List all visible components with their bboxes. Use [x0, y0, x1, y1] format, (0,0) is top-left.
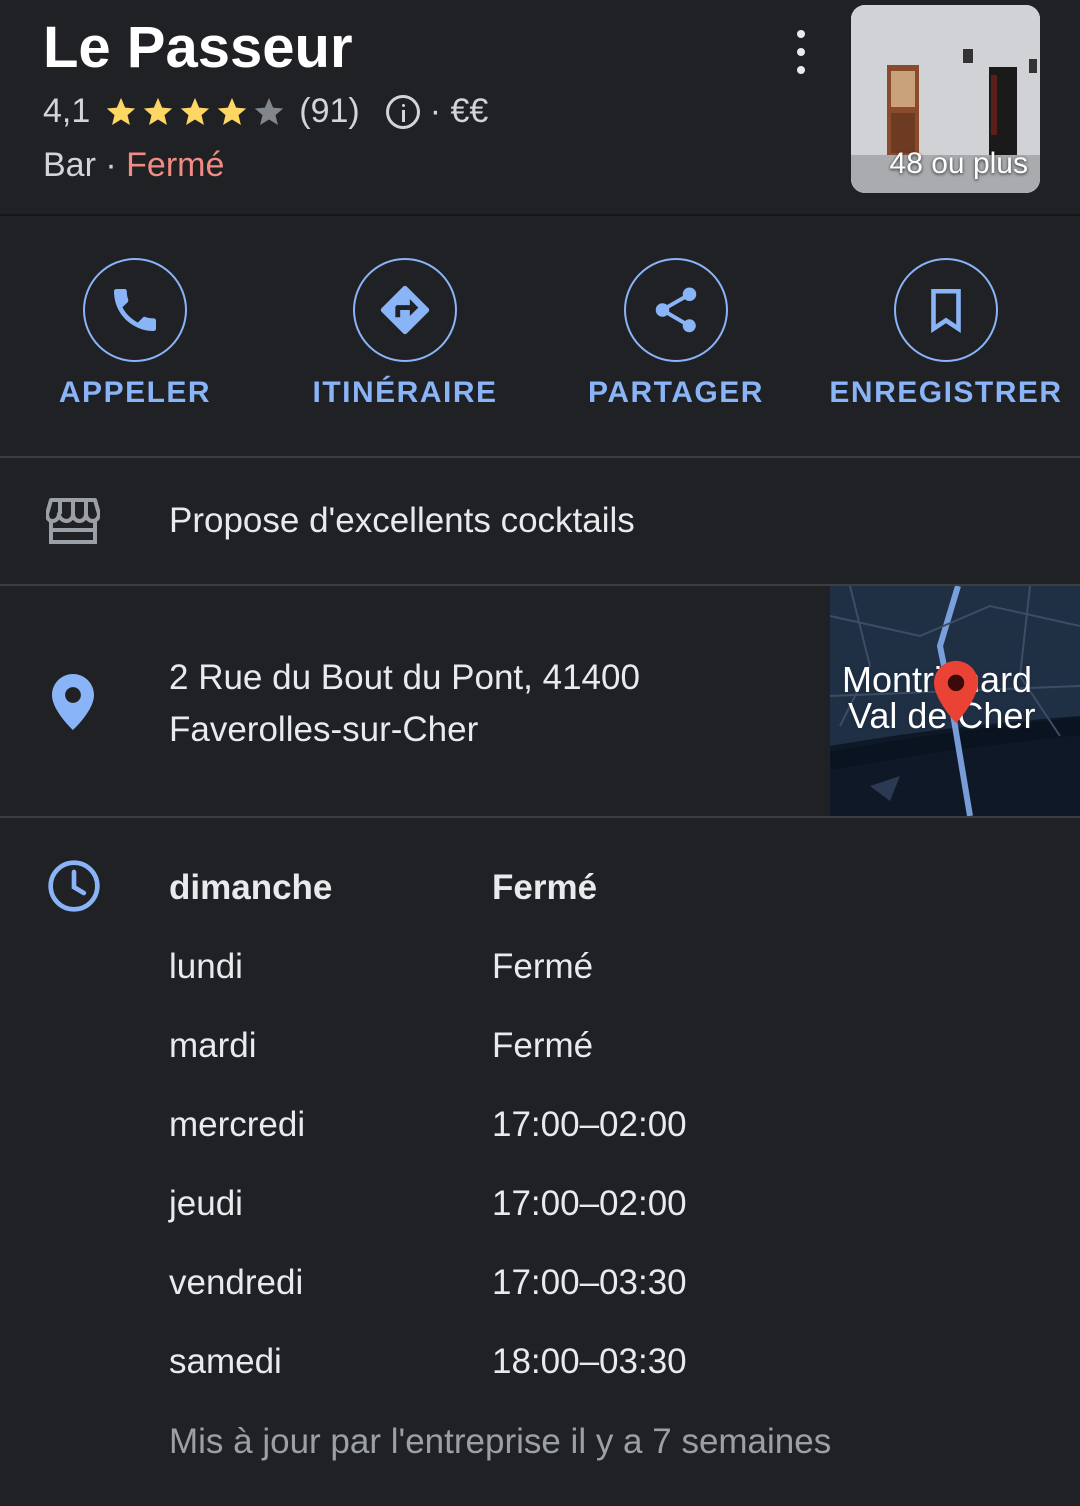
- review-count[interactable]: (91): [299, 92, 359, 131]
- hours-time: Fermé: [492, 947, 594, 986]
- separator: ·: [95, 146, 127, 184]
- address-line-1: 2 Rue du Bout du Pont, 41400: [169, 658, 640, 697]
- category-label: Bar: [43, 146, 96, 184]
- hours-updated-note: Mis à jour par l'entreprise il y a 7 sem…: [169, 1422, 832, 1461]
- save-label: ENREGISTRER: [829, 376, 1063, 409]
- category-line: Bar · Fermé: [43, 146, 224, 185]
- place-header: Le Passeur 4,1 (91) · €€ Bar · Fermé 48 …: [0, 0, 1080, 216]
- hours-day: samedi: [169, 1342, 282, 1381]
- price-level: · €€: [429, 92, 489, 130]
- address-text: 2 Rue du Bout du Pont, 41400 Faverolles-…: [169, 652, 640, 756]
- directions-button-circle[interactable]: [353, 258, 457, 362]
- rating-value: 4,1: [43, 92, 91, 130]
- hours-time: 17:00–02:00: [492, 1184, 687, 1223]
- hours-day: mardi: [169, 1026, 257, 1065]
- hours-day: dimanche: [169, 868, 333, 907]
- map-thumbnail[interactable]: Montrichard Val de Cher: [830, 586, 1080, 816]
- save-button-circle[interactable]: [894, 258, 998, 362]
- more-options-icon[interactable]: [786, 30, 816, 74]
- hours-time: Fermé: [492, 1026, 594, 1065]
- bookmark-icon: [931, 288, 961, 334]
- directions-button[interactable]: ITINÉRAIRE: [270, 258, 540, 410]
- rating-stars: [104, 95, 289, 129]
- star-icon: [107, 97, 136, 125]
- hours-time: 17:00–02:00: [492, 1105, 687, 1144]
- star-icon: [218, 97, 247, 125]
- hours-day: mercredi: [169, 1105, 306, 1144]
- directions-icon: [380, 285, 430, 335]
- open-status: Fermé: [126, 146, 225, 184]
- directions-label: ITINÉRAIRE: [312, 376, 498, 409]
- clock-icon: [48, 860, 100, 912]
- hours-day: vendredi: [169, 1263, 304, 1302]
- action-bar: APPELER ITINÉRAIRE PARTAGER ENREGISTRER: [0, 216, 1080, 458]
- share-label: PARTAGER: [588, 376, 764, 409]
- highlight-text: Propose d'excellents cocktails: [169, 501, 635, 540]
- call-button-circle[interactable]: [83, 258, 187, 362]
- star-empty-icon: [255, 97, 284, 125]
- storefront-icon: [46, 498, 100, 544]
- opening-hours[interactable]: dimanche Fermé lundi Fermé mardi Fermé m…: [0, 818, 1080, 1506]
- call-label: APPELER: [58, 376, 212, 409]
- address-line-2: Faverolles-sur-Cher: [169, 710, 479, 749]
- share-button[interactable]: PARTAGER: [541, 258, 811, 410]
- location-pin-icon: [52, 674, 94, 730]
- hours-day: jeudi: [169, 1184, 243, 1223]
- hours-time: 17:00–03:30: [492, 1263, 687, 1302]
- rating-line[interactable]: 4,1 (91) · €€: [43, 92, 488, 131]
- map-pin-icon: [934, 660, 978, 724]
- phone-icon: [114, 289, 156, 331]
- hours-day: lundi: [169, 947, 243, 986]
- share-icon: [655, 287, 697, 333]
- star-icon: [181, 97, 210, 125]
- highlight-row[interactable]: Propose d'excellents cocktails: [0, 458, 1080, 586]
- star-icon: [144, 97, 173, 125]
- call-button[interactable]: APPELER: [0, 258, 270, 410]
- share-button-circle[interactable]: [624, 258, 728, 362]
- save-button[interactable]: ENREGISTRER: [811, 258, 1080, 410]
- hours-time: 18:00–03:30: [492, 1342, 687, 1381]
- hours-time: Fermé: [492, 868, 598, 907]
- photo-count: 48 ou plus: [889, 147, 1028, 180]
- info-icon[interactable]: [385, 94, 420, 129]
- address-row[interactable]: 2 Rue du Bout du Pont, 41400 Faverolles-…: [0, 586, 1080, 818]
- place-photo[interactable]: 48 ou plus: [851, 5, 1040, 193]
- place-title: Le Passeur: [43, 15, 353, 80]
